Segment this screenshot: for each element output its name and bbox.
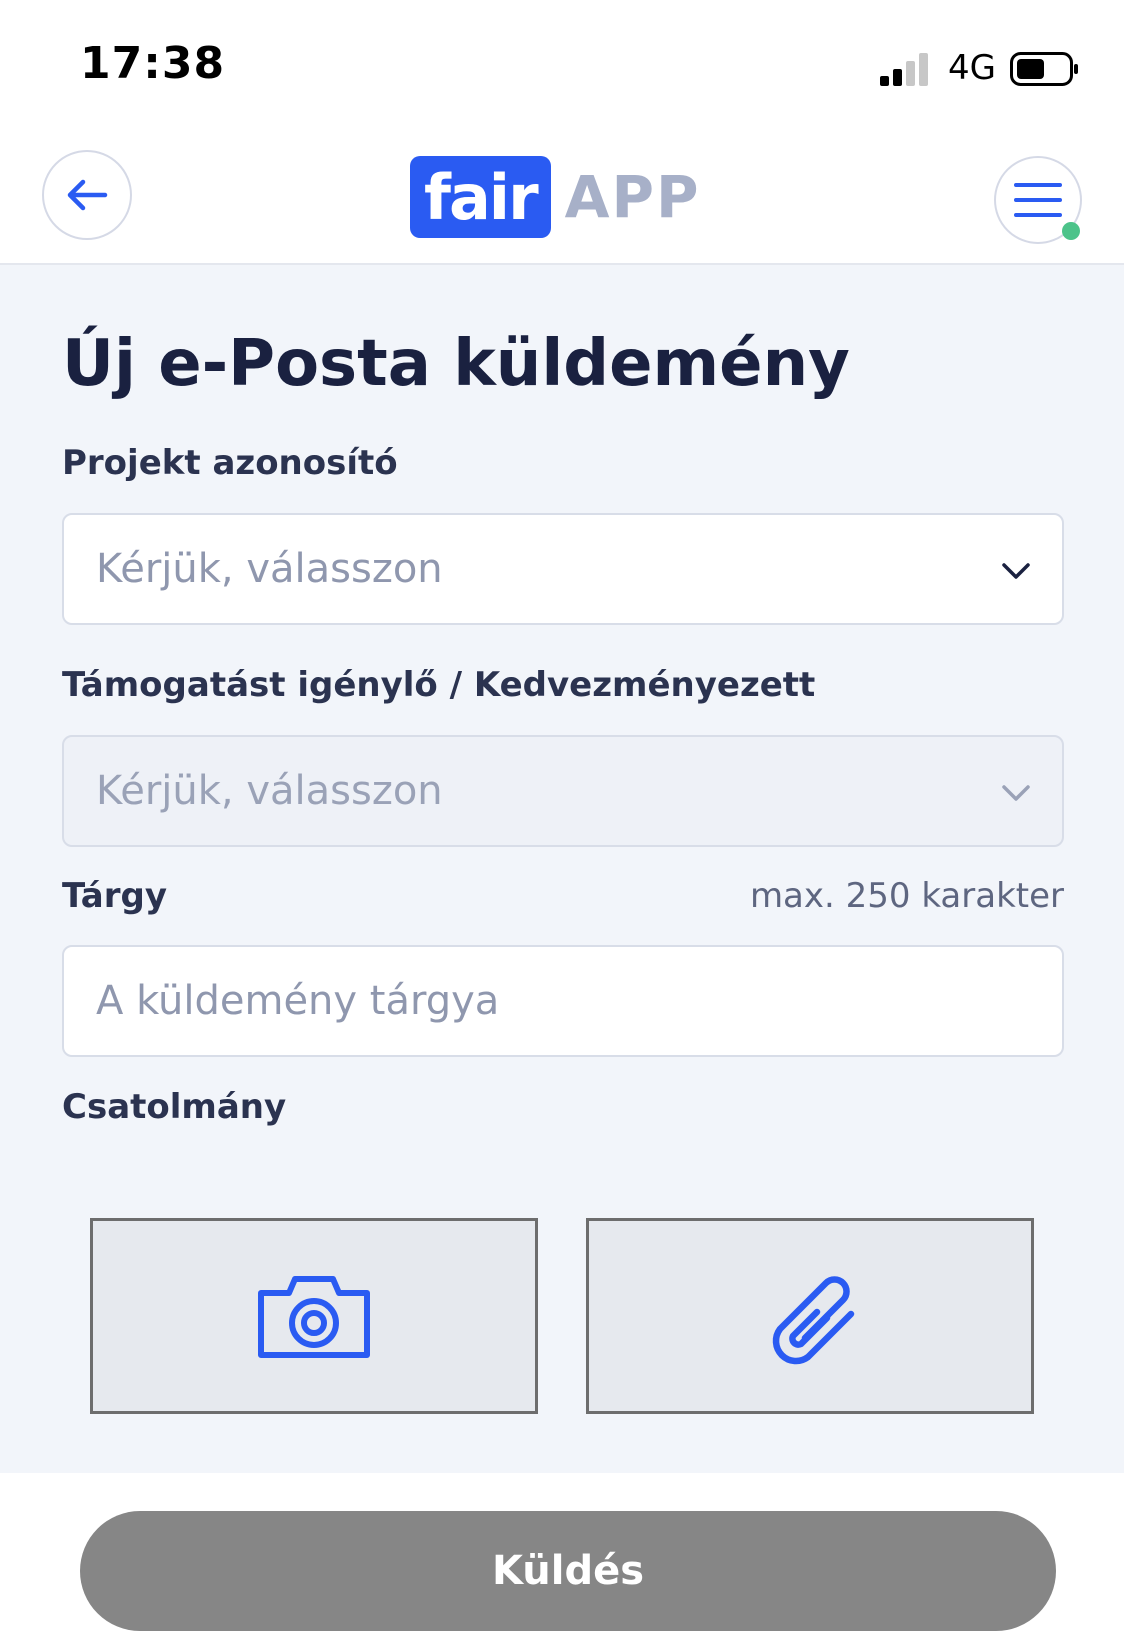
subject-char-limit: max. 250 karakter — [749, 876, 1064, 916]
app-logo: fair APP — [410, 154, 701, 240]
subject-input[interactable]: A küldemény tárgya — [62, 945, 1064, 1057]
online-status-dot — [1062, 222, 1080, 240]
chevron-down-icon — [1002, 563, 1030, 579]
subject-label: Tárgy — [62, 876, 168, 916]
battery-icon — [1010, 52, 1078, 86]
project-placeholder: Kérjük, válasszon — [96, 546, 443, 592]
hamburger-menu-icon — [1014, 183, 1062, 217]
app-header: fair APP — [0, 130, 1124, 265]
form-container: Új e-Posta küldemény Projekt azonosító K… — [0, 265, 1124, 1473]
arrow-left-icon — [67, 179, 108, 211]
project-select[interactable]: Kérjük, válasszon — [62, 513, 1064, 625]
signal-icon — [880, 53, 928, 86]
beneficiary-placeholder: Kérjük, válasszon — [96, 768, 443, 814]
attachment-label: Csatolmány — [62, 1087, 287, 1127]
beneficiary-label: Támogatást igénylő / Kedvezményezett — [62, 665, 816, 705]
chevron-down-icon — [1002, 785, 1030, 801]
network-type: 4G — [948, 48, 996, 88]
file-attach-button[interactable] — [586, 1218, 1034, 1414]
project-label: Projekt azonosító — [62, 443, 398, 483]
camera-attach-button[interactable] — [90, 1218, 538, 1414]
camera-icon — [258, 1276, 370, 1358]
footer-bar: Küldés — [6, 1473, 1124, 1652]
logo-app: APP — [564, 163, 701, 231]
back-button[interactable] — [42, 150, 132, 240]
subject-placeholder: A küldemény tárgya — [96, 978, 500, 1024]
beneficiary-select[interactable]: Kérjük, válasszon — [62, 735, 1064, 847]
logo-fair: fair — [410, 156, 551, 238]
paperclip-icon — [772, 1276, 855, 1365]
page-title: Új e-Posta küldemény — [62, 327, 850, 401]
status-time: 17:38 — [80, 38, 226, 89]
status-bar: 17:38 4G — [0, 0, 1124, 130]
send-button[interactable]: Küldés — [80, 1511, 1056, 1631]
